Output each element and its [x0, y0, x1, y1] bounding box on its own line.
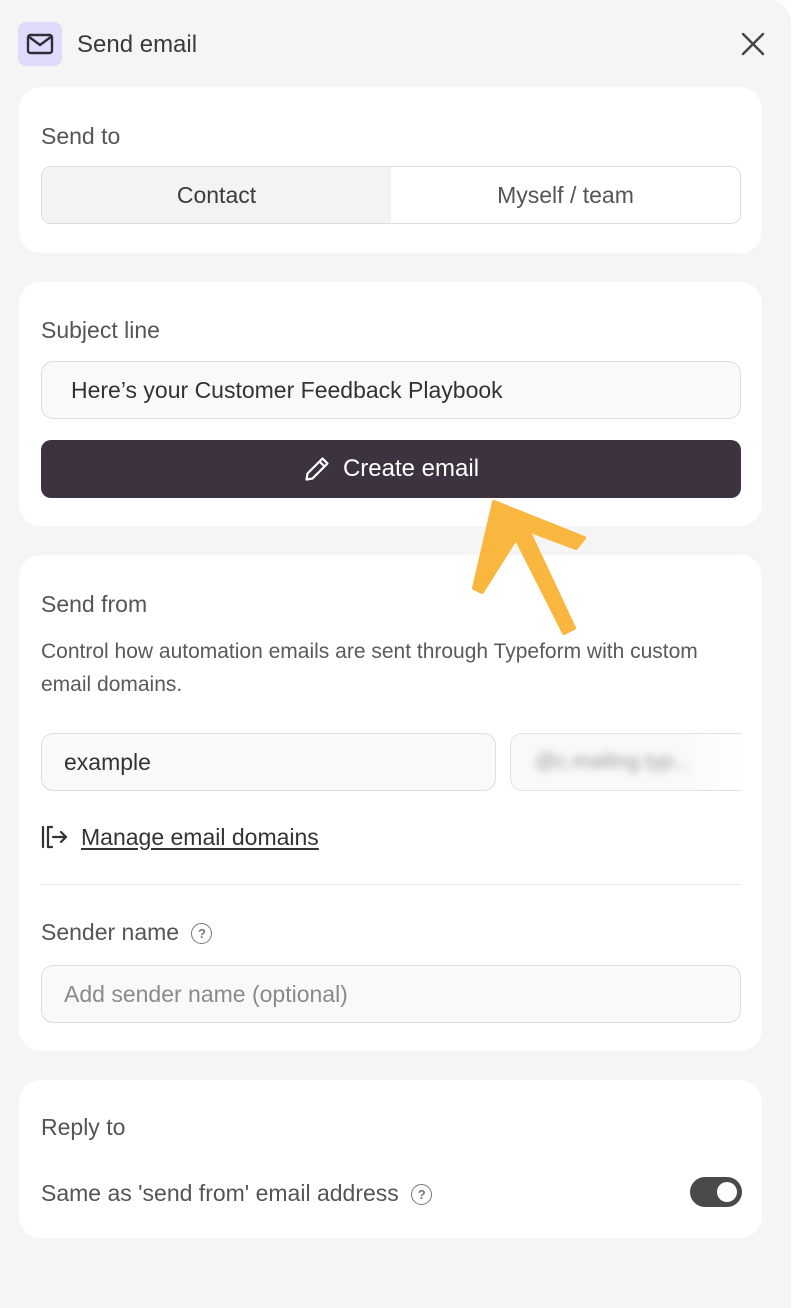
send-to-option-myself-team[interactable]: Myself / team: [391, 167, 740, 223]
manage-email-domains-label: Manage email domains: [81, 823, 319, 850]
reply-to-option-row: Same as 'send from' email address ?: [41, 1180, 433, 1207]
subject-card: Subject line Here’s your Customer Feedba…: [19, 282, 762, 526]
annotation-arrow-icon: [472, 500, 586, 635]
help-circle-icon[interactable]: ?: [191, 923, 213, 944]
send-to-card: Send to Contact Myself / team: [19, 87, 762, 253]
panel-title: Send email: [77, 31, 198, 58]
create-email-button[interactable]: Create email: [41, 440, 741, 498]
manage-email-domains-link[interactable]: Manage email domains: [41, 821, 319, 853]
panel-header: Send email: [18, 22, 768, 66]
send-to-segmented-control: Contact Myself / team: [41, 166, 741, 224]
pencil-icon: [305, 457, 329, 481]
section-divider: [41, 884, 741, 885]
send-to-option-contact[interactable]: Contact: [42, 167, 391, 223]
close-icon: [741, 32, 765, 56]
send-to-label: Send to: [41, 123, 121, 149]
email-local-part-input[interactable]: example: [41, 733, 496, 791]
close-button[interactable]: [738, 29, 768, 59]
reply-to-toggle[interactable]: [690, 1177, 742, 1207]
reply-to-label: Reply to: [41, 1114, 126, 1140]
send-from-label: Send from: [41, 591, 148, 617]
sender-name-label-row: Sender name ?: [41, 919, 213, 946]
toggle-knob: [717, 1182, 737, 1202]
reply-to-option-label: Same as 'send from' email address: [41, 1180, 399, 1206]
send-email-panel: Send email Send to Contact Myself / team…: [0, 0, 791, 1308]
email-domain-value: @c.mailing.typ...: [535, 750, 691, 773]
subject-input[interactable]: Here’s your Customer Feedback Playbook: [41, 361, 741, 419]
create-email-label: Create email: [342, 455, 480, 482]
sender-name-label: Sender name: [41, 919, 180, 945]
email-domain-select[interactable]: @c.mailing.typ...: [510, 733, 742, 791]
mail-icon: [18, 22, 62, 66]
sender-name-input[interactable]: Add sender name (optional): [41, 965, 741, 1023]
help-circle-icon[interactable]: ?: [411, 1184, 433, 1205]
send-from-description: Control how automation emails are sent t…: [41, 640, 698, 696]
external-exit-icon: [41, 825, 68, 849]
subject-label: Subject line: [41, 317, 160, 343]
reply-to-card: Reply to Same as 'send from' email addre…: [19, 1080, 762, 1238]
send-from-card: Send from Control how automation emails …: [19, 555, 762, 1051]
